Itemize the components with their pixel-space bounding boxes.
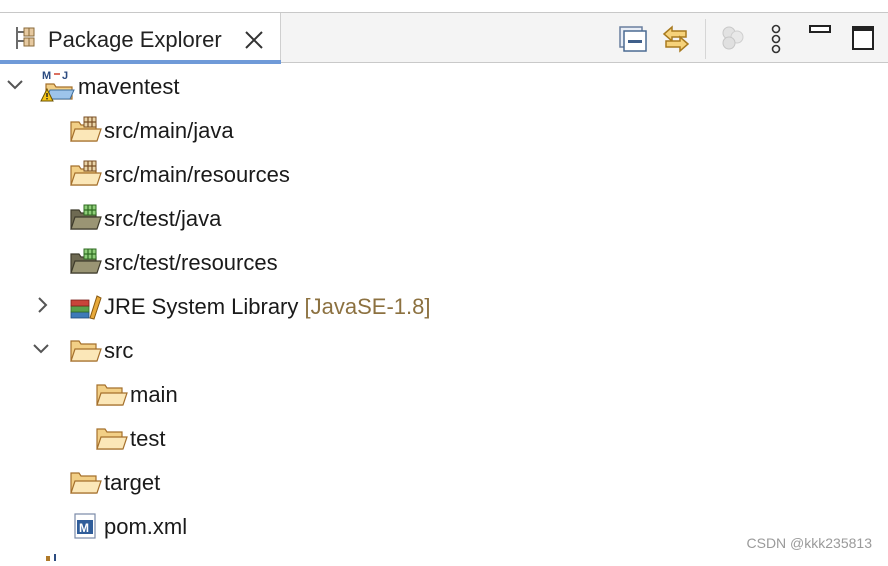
folder-icon [70,468,102,496]
focus-on-active-task-icon [717,23,749,55]
svg-text:M: M [79,521,89,535]
tree-item-src-test-resources[interactable]: src/test/resources [0,240,888,284]
watermark: CSDN @kkk235813 [746,535,873,551]
chevron-right-icon[interactable] [34,296,52,314]
folder-icon [96,424,128,452]
svg-text:M: M [42,70,51,82]
tree-item-label: src/main/java [104,118,234,143]
tree-item-jre-system-library[interactable]: JRE System Library [JavaSE-1.8] [0,284,888,328]
close-icon[interactable] [244,30,264,50]
svg-text:J: J [62,70,68,82]
tree-item-src-test-java[interactable]: src/test/java [0,196,888,240]
tree-item-src-main-java[interactable]: src/main/java [0,108,888,152]
tree-item-label: target [104,470,161,495]
tree-item-label: pom.xml [104,514,188,539]
test-source-folder-icon [70,248,102,276]
source-folder-icon [70,160,102,188]
chevron-down-icon[interactable] [32,340,50,358]
tree-item-target[interactable]: target [0,460,888,504]
maven-project-warning-icon: M J [40,68,76,102]
collapse-all-icon[interactable] [617,23,649,55]
tree-item-main[interactable]: main [0,372,888,416]
folder-icon [96,380,128,408]
tree-item-label: src/test/resources [104,250,278,275]
tree-item-label: main [130,382,178,407]
tree-item-test[interactable]: test [0,416,888,460]
tree-item-label: src/main/resources [104,162,290,187]
view-menu-icon[interactable] [760,23,792,55]
toolbar-separator [705,19,706,59]
minimize-icon[interactable] [804,23,836,55]
view-tab-bar: Package Explorer [0,13,888,64]
pom-file-icon: M [72,512,104,540]
maximize-icon[interactable] [847,23,879,55]
partially-visible-tree-icon [44,548,64,561]
test-source-folder-icon [70,204,102,232]
tree-item-maventest[interactable]: M J maventest [0,64,888,108]
tree-item-label: test [130,426,166,451]
tab-title: Package Explorer [48,27,222,52]
tree-item-label: src/test/java [104,206,222,231]
tree-item-label: JRE System Library [JavaSE-1.8] [104,294,430,320]
tree-item-label: src [104,338,134,363]
source-folder-icon [70,116,102,144]
tab-package-explorer[interactable]: Package Explorer [0,13,281,64]
folder-icon [70,336,102,364]
library-icon [70,292,102,320]
tree-item-src-main-resources[interactable]: src/main/resources [0,152,888,196]
chevron-down-icon[interactable] [6,76,24,94]
library-decoration: [JavaSE-1.8] [304,294,431,319]
tree-item-src[interactable]: src [0,328,888,372]
library-name: JRE System Library [104,294,299,319]
link-with-editor-icon[interactable] [660,23,692,55]
tree-item-label: maventest [78,74,180,99]
package-explorer-icon [14,26,36,50]
